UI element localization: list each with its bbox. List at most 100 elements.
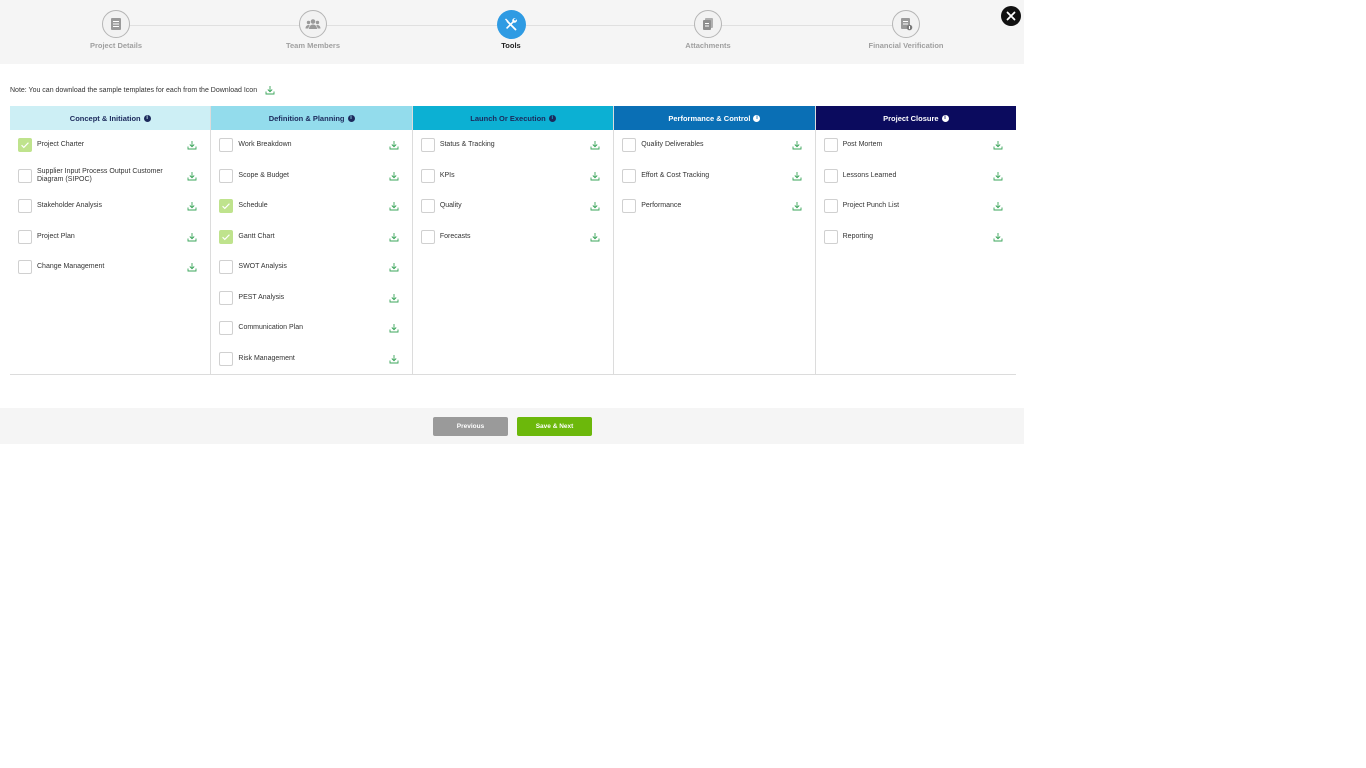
previous-button[interactable]: Previous <box>433 417 508 436</box>
step-label: Project Details <box>89 41 143 50</box>
tool-checkbox[interactable] <box>18 138 32 153</box>
download-icon[interactable] <box>993 232 1003 242</box>
tool-checkbox[interactable] <box>219 199 234 214</box>
tool-checkbox[interactable] <box>420 138 435 153</box>
tool-label: Post Mortem <box>842 141 883 149</box>
step-label: Team Members <box>285 41 341 50</box>
download-icon[interactable] <box>792 140 802 150</box>
tool-checkbox[interactable] <box>219 321 234 336</box>
info-icon[interactable]: i <box>347 114 355 122</box>
save-next-button[interactable]: Save & Next <box>517 417 592 436</box>
tool-label: Supplier Input Process Output Customer D… <box>37 167 163 183</box>
download-icon[interactable] <box>590 140 600 150</box>
tool-item: Work Breakdown <box>211 130 411 161</box>
tool-list: Status & Tracking KPIs Quality Forecasts <box>413 130 613 252</box>
download-icon[interactable] <box>389 262 399 272</box>
tool-label: Work Breakdown <box>238 141 292 149</box>
download-icon[interactable] <box>792 201 802 211</box>
download-icon[interactable] <box>389 171 399 181</box>
phase-title: Project Closure <box>883 113 939 123</box>
step-attachments[interactable]: Attachments <box>638 10 778 50</box>
info-icon[interactable]: i <box>143 114 151 122</box>
phase-header: Project Closure i <box>815 106 1017 130</box>
tool-checkbox[interactable] <box>219 138 234 153</box>
phase-column: Launch Or Execution i Status & Tracking KPI… <box>412 106 615 374</box>
tool-label: Schedule <box>238 202 268 210</box>
tool-checkbox[interactable] <box>622 138 637 153</box>
download-icon[interactable] <box>187 171 197 181</box>
footer: Previous Save & Next <box>0 408 1024 444</box>
download-icon[interactable] <box>187 262 197 272</box>
download-icon[interactable] <box>993 140 1003 150</box>
tool-checkbox[interactable] <box>420 168 435 183</box>
info-icon[interactable]: i <box>941 114 949 122</box>
tool-label: Change Management <box>37 263 105 271</box>
tool-label: Gantt Chart <box>238 232 275 240</box>
phase-title: Concept & Initiation <box>69 113 141 123</box>
tool-checkbox[interactable] <box>823 199 838 214</box>
tool-item: Project Plan <box>10 222 210 253</box>
tool-checkbox[interactable] <box>622 199 637 214</box>
tool-checkbox[interactable] <box>18 199 32 214</box>
tool-item: Post Mortem <box>816 130 1016 161</box>
download-icon[interactable] <box>389 140 399 150</box>
tool-item: Schedule <box>211 191 411 222</box>
tool-label: Risk Management <box>238 354 295 362</box>
tool-item: Project Punch List <box>816 191 1016 222</box>
download-icon[interactable] <box>187 140 197 150</box>
tools-phase-grid: Concept & Initiation i Project Charter Supp… <box>10 106 1017 375</box>
download-icon[interactable] <box>187 232 197 242</box>
tool-label: Project Charter <box>37 141 85 149</box>
tool-list: Work Breakdown Scope & Budget Schedule Gant… <box>211 130 411 374</box>
tool-list: Project Charter Supplier Input Process Ou… <box>10 130 210 283</box>
tool-label: Project Punch List <box>842 202 900 210</box>
tool-checkbox[interactable] <box>219 290 234 305</box>
download-icon[interactable] <box>389 354 399 364</box>
info-icon[interactable]: i <box>753 114 761 122</box>
tool-checkbox[interactable] <box>219 229 234 244</box>
download-icon[interactable] <box>792 171 802 181</box>
step-team-members[interactable]: Team Members <box>243 10 383 50</box>
step-label: Tools <box>501 41 521 50</box>
tool-checkbox[interactable] <box>18 229 32 244</box>
tools-icon <box>496 9 526 39</box>
download-icon[interactable] <box>389 232 399 242</box>
tool-checkbox[interactable] <box>219 168 234 183</box>
step-tools[interactable]: Tools <box>441 9 581 50</box>
tool-checkbox[interactable] <box>219 351 234 366</box>
tool-checkbox[interactable] <box>622 168 637 183</box>
step-label: Financial Verification <box>868 41 944 50</box>
tool-label: Quality <box>439 202 462 210</box>
download-icon[interactable] <box>590 171 600 181</box>
tool-item: Risk Management <box>211 344 411 375</box>
download-icon[interactable] <box>389 201 399 211</box>
download-icon[interactable] <box>590 201 600 211</box>
phase-column: Definition & Planning i Work Breakdown Scop… <box>211 106 413 374</box>
tool-checkbox[interactable] <box>219 260 234 275</box>
tool-label: Performance <box>641 202 682 210</box>
info-icon[interactable]: i <box>548 114 556 122</box>
phase-header: Launch Or Execution i <box>412 106 614 130</box>
tool-checkbox[interactable] <box>420 229 435 244</box>
tool-label: Stakeholder Analysis <box>37 202 102 210</box>
download-icon[interactable] <box>590 232 600 242</box>
tool-checkbox[interactable] <box>420 199 435 214</box>
download-icon[interactable] <box>389 323 399 333</box>
tool-item: Supplier Input Process Output Customer D… <box>10 161 210 192</box>
download-icon[interactable] <box>389 293 399 303</box>
step-financial-verification[interactable]: Financial Verification <box>836 10 976 50</box>
tool-checkbox[interactable] <box>18 168 32 183</box>
download-icon[interactable] <box>993 171 1003 181</box>
tool-checkbox[interactable] <box>823 168 838 183</box>
tool-checkbox[interactable] <box>18 260 32 275</box>
tool-checkbox[interactable] <box>823 229 838 244</box>
download-icon[interactable] <box>993 201 1003 211</box>
tool-item: Quality Deliverables <box>614 130 814 161</box>
note-text: Note: You can download the sample templa… <box>10 86 258 94</box>
step-label: Attachments <box>685 41 731 50</box>
close-button[interactable] <box>1001 6 1021 26</box>
tool-checkbox[interactable] <box>823 138 838 153</box>
step-project-details[interactable]: Project Details <box>46 10 186 50</box>
tool-item: Communication Plan <box>211 313 411 344</box>
download-icon[interactable] <box>187 201 197 211</box>
